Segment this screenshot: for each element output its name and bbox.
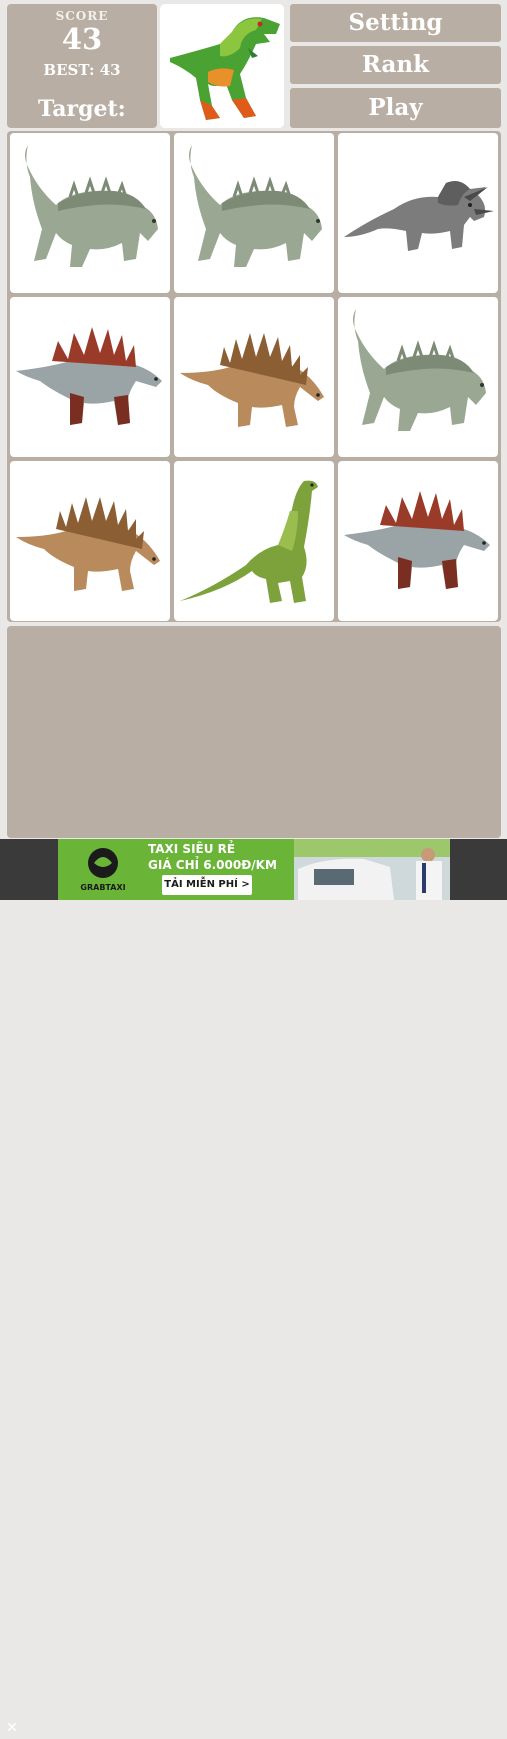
- ad-download-button[interactable]: TẢI MIỄN PHÍ >: [162, 875, 252, 895]
- brachiosaurus-icon: [180, 480, 318, 603]
- play-button[interactable]: Play: [290, 88, 501, 128]
- triceratops-icon: [344, 181, 494, 251]
- ad-banner[interactable]: GRABTAXI TAXI SIÊU RẺ GIÁ CHỈ 6.000Đ/KM …: [58, 839, 450, 900]
- target-creature-card: [160, 4, 284, 128]
- board-tile[interactable]: [10, 297, 170, 457]
- game-board: [7, 131, 501, 622]
- board-tile[interactable]: [174, 297, 334, 457]
- ad-photo: [294, 839, 450, 900]
- board-tile[interactable]: [338, 461, 498, 621]
- ad-price: GIÁ CHỈ 6.000Đ/KM: [148, 858, 277, 872]
- setting-button[interactable]: Setting: [290, 4, 501, 42]
- kentrosaurus-icon: [180, 333, 324, 427]
- score-panel: SCORE 43 BEST: 43 Target:: [7, 4, 157, 128]
- board-tile[interactable]: [174, 461, 334, 621]
- kentrosaurus-icon: [16, 497, 160, 591]
- score-label: SCORE: [55, 9, 109, 23]
- board-tile[interactable]: [338, 297, 498, 457]
- bottom-panel: [7, 626, 501, 838]
- score-value: 43: [61, 22, 103, 56]
- best-score: BEST: 43: [43, 61, 121, 79]
- board-tile[interactable]: [174, 133, 334, 293]
- grab-logo-icon: GRABTAXI: [70, 845, 136, 895]
- rank-button[interactable]: Rank: [290, 46, 501, 84]
- ankylosaurus-icon: [25, 145, 158, 267]
- ad-brand: GRABTAXI: [80, 883, 126, 892]
- close-icon[interactable]: ✕: [0, 1717, 24, 1739]
- ankylosaurus-icon: [353, 309, 486, 431]
- stegosaurus-icon: [16, 327, 162, 425]
- t-rex-icon: [170, 17, 280, 120]
- board-tile[interactable]: [10, 133, 170, 293]
- board-tile[interactable]: [338, 133, 498, 293]
- ankylosaurus-icon: [189, 145, 322, 267]
- ad-headline: TAXI SIÊU RẺ: [148, 842, 236, 856]
- target-label: Target:: [38, 96, 126, 122]
- ad-bar: ✕ GRABTAXI TAXI SIÊU RẺ GIÁ CHỈ 6.000Đ/K…: [0, 839, 507, 1736]
- stegosaurus-icon: [344, 491, 490, 589]
- board-tile[interactable]: [10, 461, 170, 621]
